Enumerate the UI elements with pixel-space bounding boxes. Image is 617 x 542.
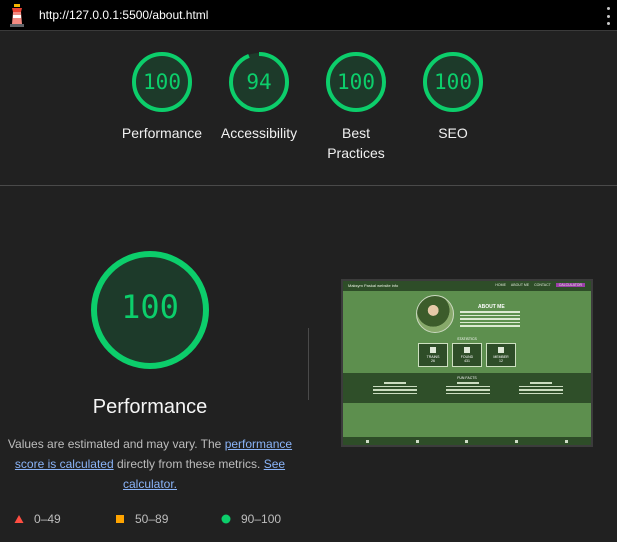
preview-avatar xyxy=(416,295,454,333)
preview-stat-card: TRAINS 26 xyxy=(418,343,448,367)
stat-value: 26 xyxy=(431,359,435,363)
top-bar: http://127.0.0.1:5500/about.html xyxy=(0,0,617,31)
gauge-label: Best Practices xyxy=(327,125,385,161)
preview-nav-links: HOME ABOUT ME CONTACT CALCULATOR xyxy=(495,283,585,287)
gauge-score: 100 xyxy=(143,70,181,94)
preview-footer xyxy=(343,437,591,445)
vertical-divider xyxy=(308,328,309,400)
preview-stats-heading: STATISTICS xyxy=(457,337,477,341)
stat-icon xyxy=(430,347,436,353)
page-screenshot-thumbnail[interactable]: Maksym Paskal website info HOME ABOUT ME… xyxy=(341,279,593,447)
preview-about-text xyxy=(460,311,520,329)
legend-pass: 90–100 xyxy=(221,512,281,526)
stat-value: 431 xyxy=(464,359,470,363)
preview-about-heading: ABOUT ME xyxy=(478,304,505,310)
preview-stat-card: MEMBER 12 xyxy=(486,343,516,367)
triangle-icon xyxy=(14,515,24,523)
gauge-seo[interactable]: 100 SEO xyxy=(403,50,503,143)
performance-title: Performance xyxy=(92,396,208,418)
preview-facts-heading: FUN FACTS xyxy=(457,376,477,380)
stat-icon xyxy=(464,347,470,353)
preview-nav-title: Maksym Paskal website info xyxy=(348,283,399,288)
legend-average: 50–89 xyxy=(115,512,168,526)
gauge-label: SEO xyxy=(438,125,468,141)
legend-fail: 0–49 xyxy=(14,512,61,526)
gauge-performance[interactable]: 100 Performance xyxy=(112,50,212,143)
preview-nav-link: CONTACT xyxy=(534,283,551,287)
performance-score: 100 xyxy=(121,288,179,326)
legend-range: 50–89 xyxy=(135,512,169,526)
desc-text: directly from these metrics. xyxy=(116,457,261,471)
stat-icon xyxy=(498,347,504,353)
gauge-label: Accessibility xyxy=(220,125,298,141)
preview-fact-column xyxy=(519,382,563,396)
preview-fact-column xyxy=(446,382,490,396)
lighthouse-logo-icon xyxy=(10,4,24,27)
stat-value: 12 xyxy=(499,359,503,363)
more-menu-icon[interactable] xyxy=(600,7,616,25)
square-icon xyxy=(116,515,124,523)
desc-text: Values are estimated and may vary. The xyxy=(7,437,222,451)
performance-gauge-large: 100 xyxy=(90,250,210,370)
preview-stat-card: FOUND 431 xyxy=(452,343,482,367)
gauge-score: 100 xyxy=(434,70,472,94)
preview-nav-link: HOME xyxy=(495,283,506,287)
gauge-accessibility[interactable]: 94 Accessibility xyxy=(209,50,309,143)
performance-description: Values are estimated and may vary. The p… xyxy=(6,434,294,494)
legend-range: 0–49 xyxy=(34,512,61,526)
gauge-label: Performance xyxy=(121,125,203,141)
preview-fact-column xyxy=(373,382,417,396)
gauge-best-practices[interactable]: 100 Best Practices xyxy=(306,50,406,163)
gauge-score: 100 xyxy=(337,70,375,94)
preview-nav-link: ABOUT ME xyxy=(510,283,530,287)
section-divider xyxy=(0,185,617,186)
url-text: http://127.0.0.1:5500/about.html xyxy=(39,8,209,22)
preview-nav-link: CALCULATOR xyxy=(555,283,585,287)
legend-range: 90–100 xyxy=(241,512,282,526)
circle-icon xyxy=(221,514,231,524)
gauge-score: 94 xyxy=(246,70,272,94)
